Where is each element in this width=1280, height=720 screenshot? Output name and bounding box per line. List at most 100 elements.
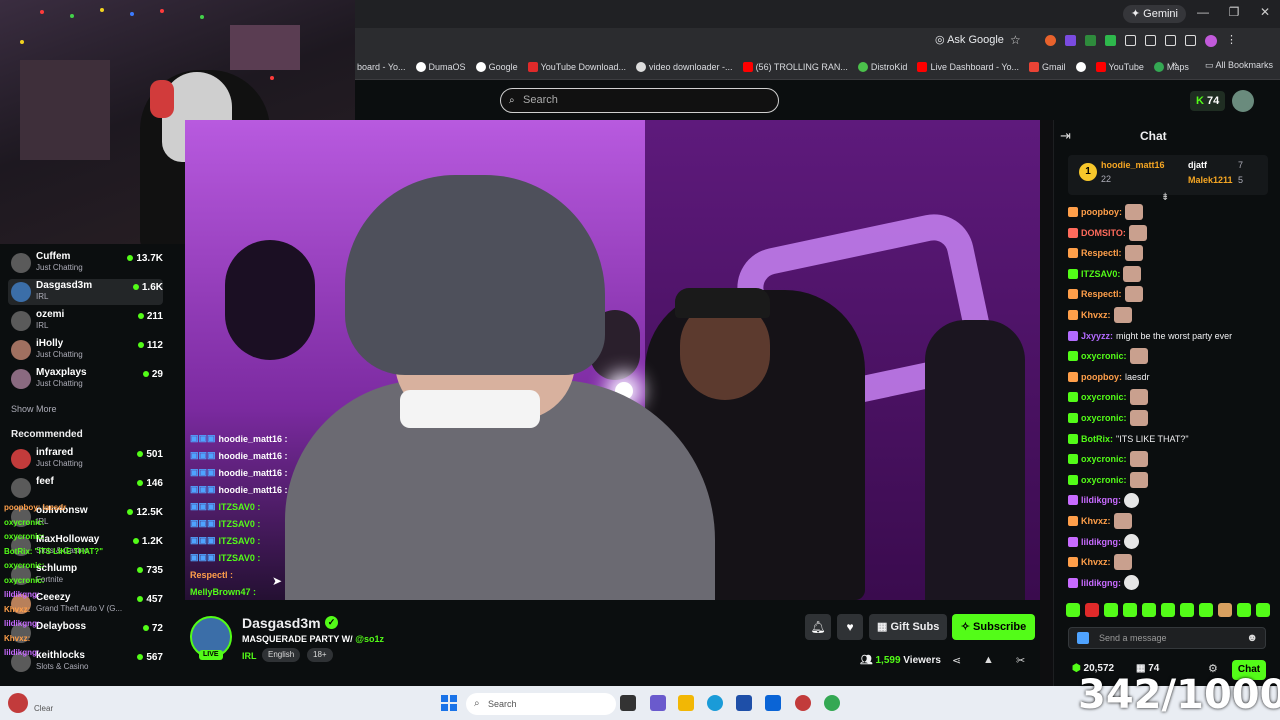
close-icon[interactable]: ✕	[1256, 5, 1274, 23]
video-player[interactable]	[185, 120, 1040, 600]
sidebar-channel-feef[interactable]: feef 146	[8, 475, 163, 501]
weather-widget-icon[interactable]	[8, 693, 28, 713]
emote-icon[interactable]	[1218, 603, 1232, 617]
chat-username[interactable]: RespectI:	[1081, 248, 1122, 258]
chat-username[interactable]: Khvxz:	[1081, 310, 1111, 320]
more-bookmarks-icon[interactable]: »	[1172, 59, 1178, 70]
chat-username[interactable]: RespectI:	[1081, 289, 1122, 299]
copilot-icon[interactable]	[650, 695, 666, 711]
gift-subs-button[interactable]: ▦ Gift Subs	[869, 614, 948, 640]
bookmark-item[interactable]: Live Dashboard - Yo...	[917, 61, 1019, 72]
clip-icon[interactable]: ✂	[1016, 654, 1025, 667]
chat-username[interactable]: oxycronic:	[1081, 392, 1127, 402]
profile-avatar[interactable]	[1205, 35, 1217, 47]
follow-heart-icon[interactable]: ♥	[837, 614, 863, 640]
file-explorer-icon[interactable]	[678, 695, 694, 711]
show-more-link[interactable]: Show More	[11, 404, 57, 414]
task-view-icon[interactable]	[620, 695, 636, 711]
taskbar-search[interactable]: ⌕ Search	[466, 693, 616, 715]
subscribe-button[interactable]: ✧ Subscribe	[952, 614, 1035, 640]
emote-icon[interactable]	[1161, 603, 1175, 617]
user-avatar[interactable]	[1232, 90, 1254, 112]
sidebar-channel-ozemi[interactable]: ozemi IRL 211	[8, 308, 163, 334]
emote-icon[interactable]	[1104, 603, 1118, 617]
chat-username[interactable]: ITZSAV0:	[1081, 269, 1120, 279]
chat-username[interactable]: oxycronic:	[1081, 413, 1127, 423]
mention-link[interactable]: @so1z	[355, 634, 384, 644]
bookmark-item[interactable]: Google	[475, 61, 518, 72]
share-icon[interactable]: ⋖	[952, 654, 961, 667]
edge-icon[interactable]	[707, 695, 723, 711]
downloads-icon[interactable]	[1165, 35, 1176, 46]
bookmark-item[interactable]	[1075, 61, 1086, 72]
bookmark-item[interactable]: Gmail	[1029, 61, 1066, 72]
outlook-icon[interactable]	[765, 695, 781, 711]
sidebar-channel-infrared[interactable]: infrared Just Chatting 501	[8, 446, 163, 472]
emote-icon[interactable]	[1123, 603, 1137, 617]
extension-icon[interactable]	[1045, 35, 1056, 46]
bookmark-item[interactable]: video downloader -...	[636, 61, 733, 72]
chat-username[interactable]: oxycronic:	[1081, 475, 1127, 485]
leader-name[interactable]: Malek1211	[1188, 175, 1233, 185]
emote-icon[interactable]	[1085, 603, 1099, 617]
windows-start-icon[interactable]	[441, 695, 457, 711]
extension-icon[interactable]	[1105, 35, 1116, 46]
leader-name[interactable]: djatf	[1188, 160, 1207, 170]
sidebar-channel-iholly[interactable]: iHolly Just Chatting 112	[8, 337, 163, 363]
emote-icon[interactable]	[1199, 603, 1213, 617]
chat-username[interactable]: lildikgng:	[1081, 537, 1121, 547]
kick-coins-badge[interactable]: K 74	[1190, 91, 1226, 111]
store-icon[interactable]	[736, 695, 752, 711]
minimize-icon[interactable]: —	[1194, 5, 1212, 23]
search-input[interactable]: ⌕ Search	[500, 88, 779, 113]
emote-icon[interactable]	[1237, 603, 1251, 617]
app-icon[interactable]	[795, 695, 811, 711]
emote-icon[interactable]	[1066, 603, 1080, 617]
restore-icon[interactable]: ❐	[1225, 5, 1243, 23]
sidebar-channel-dasgasd3m[interactable]: Dasgasd3m IRL 1.6K	[8, 279, 163, 305]
notification-bell-icon[interactable]: 🔔︎	[805, 614, 831, 640]
chat-username[interactable]: oxycronic:	[1081, 351, 1127, 361]
chrome-icon[interactable]	[824, 695, 840, 711]
extension-icon[interactable]	[1085, 35, 1096, 46]
report-icon[interactable]: ▲	[983, 654, 994, 666]
bookmark-item[interactable]: YouTube	[1095, 61, 1144, 72]
extension-icon[interactable]	[1065, 35, 1076, 46]
tag-18-plus[interactable]: 18+	[307, 648, 333, 662]
bookmark-item[interactable]: (56) TROLLING RAN...	[742, 61, 848, 72]
chat-username[interactable]: poopboy:	[1081, 372, 1122, 382]
chat-username[interactable]: oxycronic:	[1081, 454, 1127, 464]
sidebar-icon[interactable]	[1145, 35, 1156, 46]
menu-lines-icon[interactable]	[1185, 35, 1196, 46]
emoji-icon[interactable]: ☻	[1246, 628, 1258, 648]
ask-google-button[interactable]: ◎ Ask Google	[935, 33, 1004, 46]
all-bookmarks-button[interactable]: ▭ All Bookmarks	[1205, 60, 1273, 71]
chat-username[interactable]: lildikgng:	[1081, 495, 1121, 505]
chat-username[interactable]: Jxyyzz:	[1081, 331, 1113, 341]
stream-category[interactable]: IRL	[242, 651, 257, 661]
leader-name[interactable]: hoodie_matt16	[1101, 160, 1165, 170]
chat-username[interactable]: Khvxz:	[1081, 557, 1111, 567]
chat-username[interactable]: DOMSITO:	[1081, 228, 1126, 238]
chat-input[interactable]: Send a message ☻	[1068, 627, 1266, 649]
emote-icon[interactable]	[1142, 603, 1156, 617]
kebab-menu-icon[interactable]: ⋮	[1226, 35, 1237, 46]
chat-username[interactable]: lildikgng:	[1081, 578, 1121, 588]
collapse-chat-icon[interactable]: ⇥	[1060, 128, 1071, 144]
channel-name[interactable]: Dasgasd3m	[242, 615, 321, 631]
emote-icon[interactable]	[1256, 603, 1270, 617]
emote-icon[interactable]	[1180, 603, 1194, 617]
sidebar-channel-myaxplays[interactable]: Myaxplays Just Chatting 29	[8, 366, 163, 392]
bookmark-item[interactable]: board - Yo...	[357, 62, 406, 72]
star-icon[interactable]: ☆	[1010, 33, 1021, 47]
chat-username[interactable]: BotRix:	[1081, 434, 1113, 444]
gemini-button[interactable]: ✦ Gemini	[1122, 5, 1186, 23]
bookmark-item[interactable]: YouTube Download...	[527, 61, 626, 72]
sidebar-channel-cuffem[interactable]: Cuffem Just Chatting 13.7K	[8, 250, 163, 276]
bookmark-item[interactable]: DumaOS	[415, 61, 466, 72]
tag-english[interactable]: English	[262, 648, 301, 662]
puzzle-icon[interactable]	[1125, 35, 1136, 46]
chat-username[interactable]: poopboy:	[1081, 207, 1122, 217]
chat-username[interactable]: Khvxz:	[1081, 516, 1111, 526]
expand-leaderboard-icon[interactable]: ⇟	[1161, 192, 1169, 203]
